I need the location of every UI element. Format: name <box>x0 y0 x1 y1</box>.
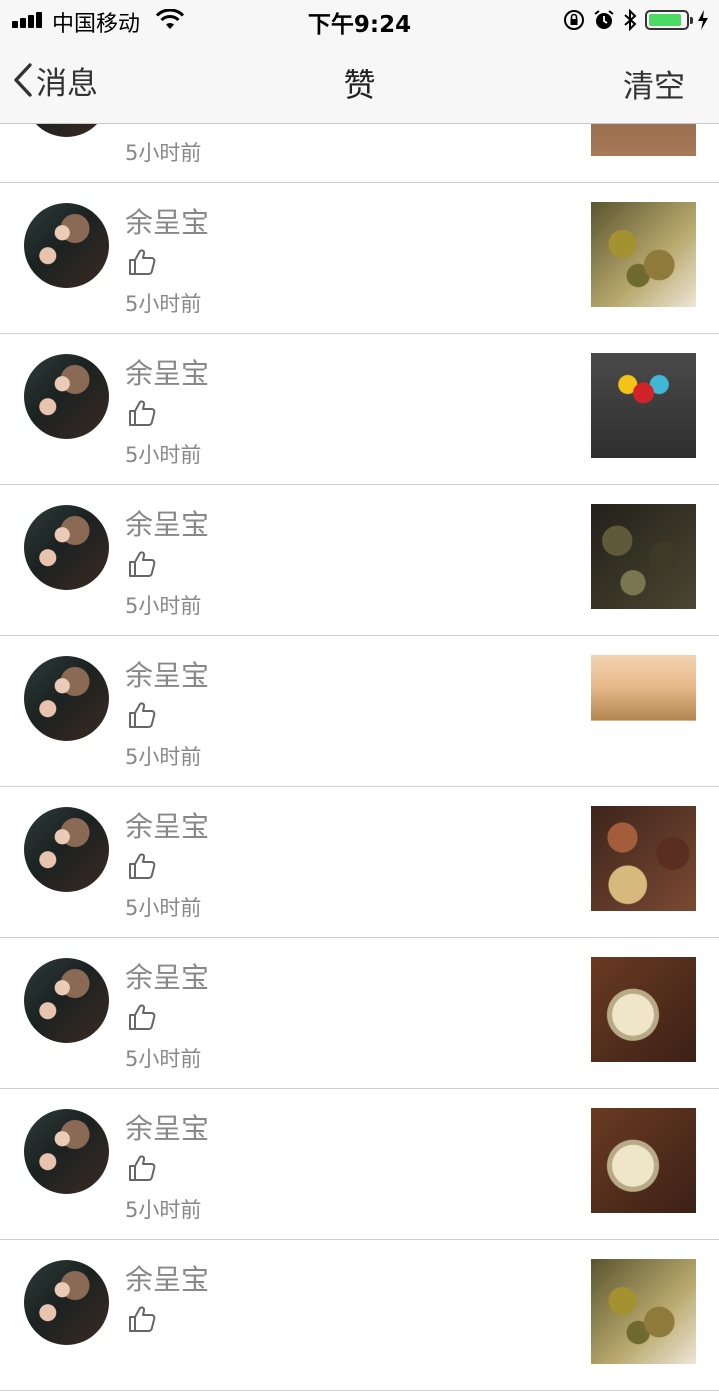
thumbs-up-icon <box>129 1306 156 1332</box>
user-name[interactable]: 余呈宝 <box>125 956 209 996</box>
status-icons <box>563 7 709 33</box>
like-time: 5小时前 <box>125 1198 202 1222</box>
avatar[interactable] <box>24 656 109 741</box>
like-time: 5小时前 <box>125 745 202 769</box>
dishes-photo[interactable] <box>591 806 696 911</box>
thumbs-up-icon <box>129 1004 156 1030</box>
orientation-lock-icon <box>564 10 584 30</box>
user-name[interactable]: 余呈宝 <box>125 503 209 543</box>
thumbs-up-icon <box>129 1155 156 1181</box>
like-list-item[interactable]: 余呈宝 <box>0 1240 719 1391</box>
user-name[interactable]: 余呈宝 <box>125 1258 209 1298</box>
avatar[interactable] <box>24 1260 109 1345</box>
avatar[interactable] <box>24 505 109 590</box>
app-screenshot[interactable] <box>591 353 696 458</box>
avatar[interactable] <box>24 807 109 892</box>
like-list-item[interactable]: 余呈宝 5小时前 <box>0 787 719 938</box>
status-bar: 中国移动 下午9:24 <box>0 0 719 40</box>
like-list-item[interactable]: 余呈宝 5小时前 <box>0 183 719 334</box>
charging-icon <box>698 10 708 30</box>
page-title: 赞 <box>343 66 376 104</box>
avatar[interactable] <box>24 1109 109 1194</box>
user-name[interactable]: 余呈宝 <box>125 352 209 392</box>
user-name[interactable]: 余呈宝 <box>125 201 209 241</box>
thumbs-up-icon <box>129 853 156 879</box>
bluetooth-icon <box>624 9 637 31</box>
nav-bar: 消息 赞 清空 <box>0 40 719 124</box>
user-name[interactable]: 余呈宝 <box>125 805 209 845</box>
like-list-item[interactable]: 余呈宝 5小时前 <box>0 636 719 787</box>
dish-photo[interactable] <box>591 202 696 307</box>
thumbs-up-icon <box>129 702 156 728</box>
user-name[interactable]: 余呈宝 <box>125 654 209 694</box>
like-list-item[interactable]: 余呈宝 5小时前 <box>0 334 719 485</box>
battery-icon <box>645 10 693 30</box>
soup-photo[interactable] <box>591 1108 696 1213</box>
user-name[interactable]: 余呈宝 <box>125 1107 209 1147</box>
like-time: 5小时前 <box>125 594 202 618</box>
like-time: 5小时前 <box>125 141 202 165</box>
like-list-item[interactable]: 余呈宝 5小时前 <box>0 938 719 1089</box>
avatar[interactable] <box>24 958 109 1043</box>
like-list-item[interactable]: 余呈宝 5小时前 <box>0 485 719 636</box>
dish-photo[interactable] <box>591 1259 696 1364</box>
alarm-icon <box>594 10 614 29</box>
thumbs-up-icon <box>129 551 156 577</box>
thumbs-up-icon <box>129 400 156 426</box>
like-time: 5小时前 <box>125 1047 202 1071</box>
field-photo-with-text[interactable] <box>591 655 696 760</box>
avatar[interactable] <box>24 354 109 439</box>
soup-photo[interactable] <box>591 957 696 1062</box>
like-time: 5小时前 <box>125 443 202 467</box>
clear-button[interactable]: 清空 <box>623 61 685 106</box>
avatar[interactable] <box>24 203 109 288</box>
dish-photo[interactable] <box>591 504 696 609</box>
like-time: 5小时前 <box>125 292 202 316</box>
like-list-item[interactable]: 余呈宝 5小时前 <box>0 1089 719 1240</box>
thumbs-up-icon <box>129 249 156 275</box>
like-time: 5小时前 <box>125 896 202 920</box>
likes-list: 余呈宝 5小时前 余呈宝 5小时前 余呈宝 5小时前 余呈宝 5小时前 <box>0 32 719 1391</box>
